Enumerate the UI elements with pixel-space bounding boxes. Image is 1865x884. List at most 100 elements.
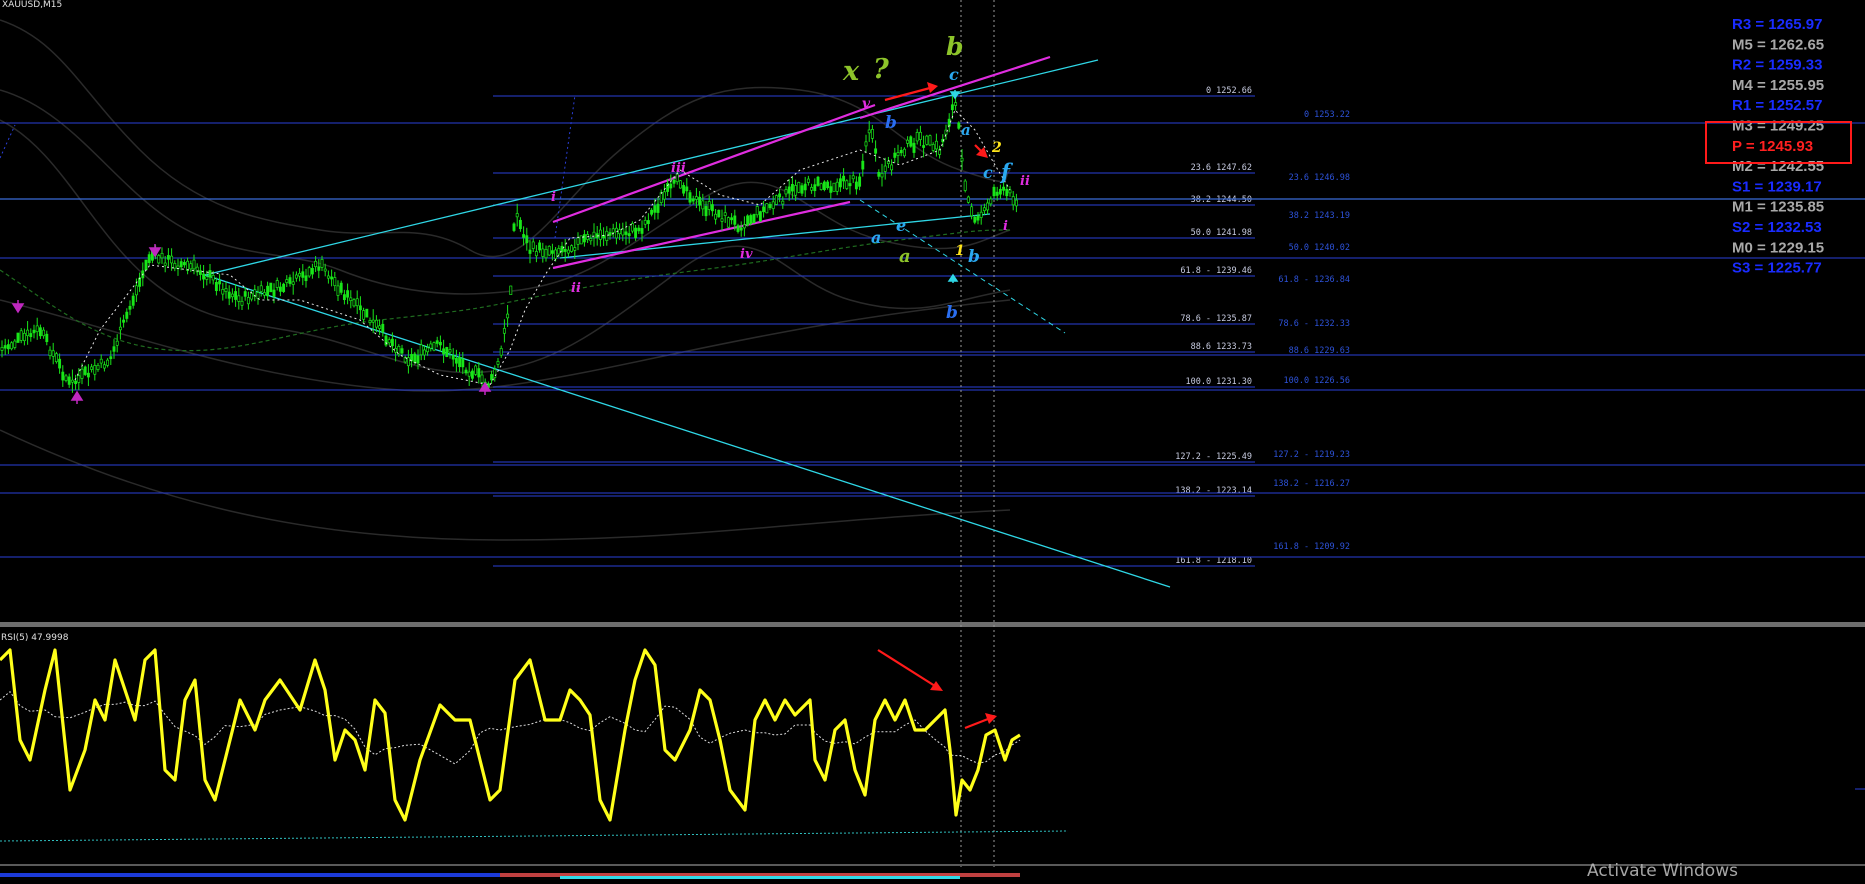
candle [774, 194, 778, 206]
wave-label-b-blue-2: b [968, 247, 980, 267]
fib-level-label-secondary: 0 1253.22 [1304, 110, 1350, 120]
chart-window[interactable]: 0 1252.66 0 1253.22 23.6 1247.62 23.6 1246.… [0, 0, 1865, 881]
fib-level-label-secondary: 61.8 - 1236.84 [1278, 275, 1350, 285]
candle [797, 181, 801, 194]
candle [144, 259, 148, 271]
pivot-label: S1 = 1239.17 [1732, 178, 1822, 195]
pivot-label: M4 = 1255.95 [1732, 77, 1824, 94]
pivot-label: S3 = 1225.77 [1732, 260, 1822, 277]
wave-label-ii-left: ii [571, 281, 581, 296]
pivot-label: M1 = 1235.85 [1732, 199, 1824, 216]
fib-level-label: 38.2 1244.50 [1191, 195, 1252, 205]
candle [16, 332, 20, 343]
pivot-label: R1 = 1252.57 [1732, 97, 1823, 114]
price-chart-canvas[interactable]: 0 1252.66 0 1253.22 23.6 1247.62 23.6 1246.… [0, 0, 1865, 881]
activate-windows-watermark: Activate Windows [1587, 861, 1738, 880]
candle [547, 245, 551, 257]
pivot-label: M3 = 1249.25 [1732, 118, 1824, 135]
price-panel [0, 0, 1865, 622]
fib-level-label-secondary: 23.6 1246.98 [1289, 173, 1350, 183]
candle [269, 282, 273, 293]
wave-label-e: e [896, 216, 906, 235]
candle [925, 134, 929, 146]
pivot-label: P = 1245.93 [1732, 138, 1813, 155]
rsi-panel [0, 627, 1865, 880]
candle [678, 179, 682, 189]
fib-level-label: 61.8 - 1239.46 [1180, 266, 1252, 276]
candle [819, 182, 823, 191]
fib-level-label: 78.6 - 1235.87 [1180, 314, 1252, 324]
candle [157, 253, 161, 265]
fib-level-label-secondary: 78.6 - 1232.33 [1278, 319, 1350, 329]
wave-label-v: v [862, 96, 871, 112]
wave-label-ii-right: ii [1020, 174, 1030, 189]
candle [746, 214, 750, 227]
fib-level-label-secondary: 50.0 1240.02 [1289, 243, 1350, 253]
candle [579, 235, 583, 245]
candle [765, 203, 769, 214]
bottom-scrollbar-track[interactable] [0, 864, 1865, 866]
pivot-label: R2 = 1259.33 [1732, 57, 1823, 74]
candle [397, 344, 401, 357]
candle [957, 121, 961, 130]
candle [83, 365, 87, 376]
candle [816, 175, 820, 187]
candle [365, 308, 369, 318]
fib-level-label: 23.6 1247.62 [1191, 163, 1252, 173]
wave-label-1: 1 [955, 243, 965, 259]
candle [845, 179, 849, 191]
fib-level-label: 50.0 1241.98 [1191, 228, 1252, 238]
fib-level-label-secondary: 161.8 - 1209.92 [1273, 542, 1350, 552]
pivot-label: M5 = 1262.65 [1732, 36, 1824, 53]
panel-separator[interactable] [0, 622, 1865, 627]
pivot-label: S2 = 1232.53 [1732, 219, 1822, 236]
wave-label-iv: iv [740, 247, 753, 262]
candle [10, 341, 14, 351]
candle [352, 298, 356, 308]
candle [509, 285, 513, 295]
bottom-strip-cyan [560, 876, 960, 879]
candle [963, 179, 967, 193]
rsi-title: RSI(5) 47.9998 [1, 633, 69, 643]
wave-label-a-green: a [899, 246, 911, 267]
symbol-title: XAUUSD,M15 [2, 0, 62, 10]
wave-label-i-right: i [1003, 219, 1008, 234]
candle [966, 195, 970, 204]
fib-level-label: 88.6 1233.73 [1191, 342, 1252, 352]
fib-level-label: 138.2 - 1223.14 [1175, 486, 1252, 496]
pivot-label: M0 = 1229.15 [1732, 239, 1824, 256]
wave-label-a-low: a [871, 228, 881, 247]
fib-level-label-secondary: 38.2 1243.19 [1289, 211, 1350, 221]
candle [928, 134, 932, 147]
candle [384, 334, 388, 347]
candle [758, 210, 762, 222]
fib-level-label-secondary: 138.2 - 1216.27 [1273, 479, 1350, 489]
wave-label-x: x [842, 56, 860, 87]
wave-label-a-blue: a [961, 121, 971, 139]
wave-label-b-top: b [946, 32, 963, 61]
candle [570, 244, 574, 253]
candle [749, 213, 753, 226]
wave-label-c-blue: c [983, 163, 993, 182]
candle [832, 182, 836, 192]
candle [822, 180, 826, 192]
fib-level-label: 100.0 1231.30 [1185, 377, 1252, 387]
candle [54, 351, 58, 364]
fib-level-label-secondary: 100.0 1226.56 [1283, 376, 1350, 386]
candle [752, 213, 756, 224]
wave-label-i-left: i [551, 190, 556, 205]
fib-level-label: 0 1252.66 [1206, 86, 1252, 96]
candle [432, 341, 436, 352]
wave-label-iii: iii [671, 161, 686, 176]
candle [512, 222, 516, 233]
candle [445, 346, 449, 358]
candle [474, 364, 478, 376]
candle [307, 265, 311, 278]
wave-label-b-blue: b [885, 113, 897, 133]
wave-label-c-top: c [949, 65, 959, 84]
candle [909, 135, 913, 148]
candle [717, 209, 721, 218]
fib-level-label: 127.2 - 1225.49 [1175, 452, 1252, 462]
candle [339, 280, 343, 295]
candle [726, 216, 730, 229]
